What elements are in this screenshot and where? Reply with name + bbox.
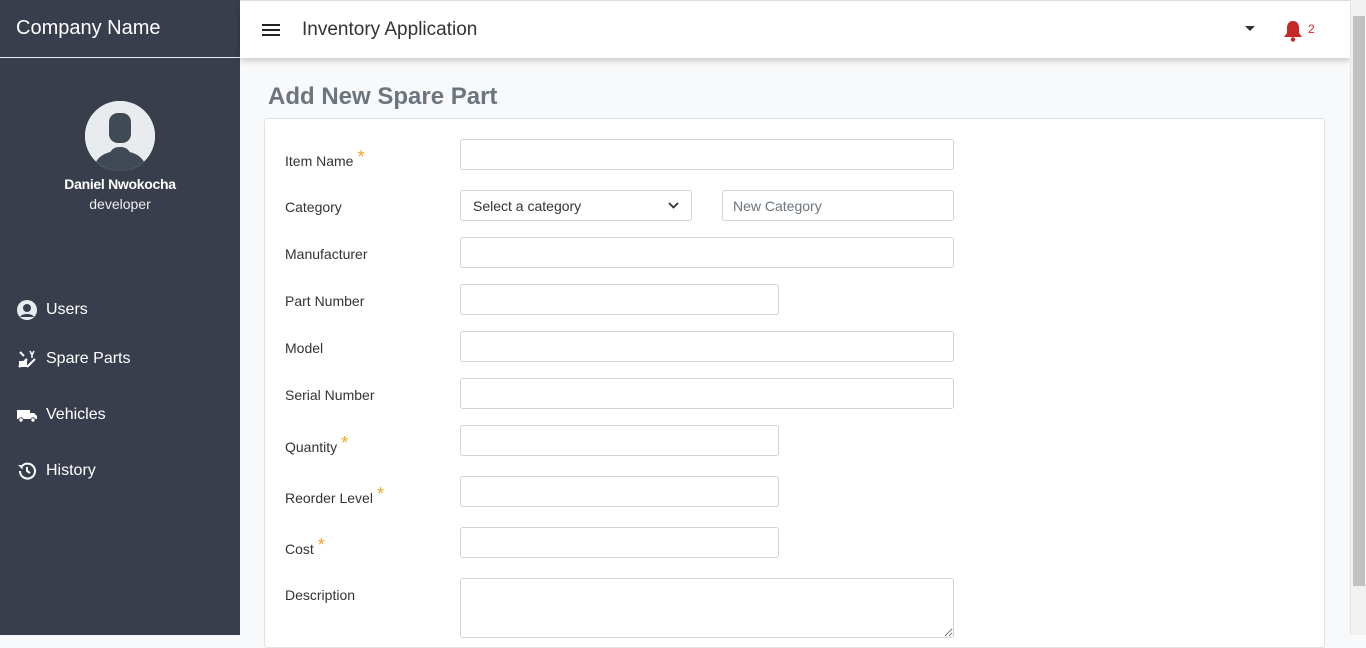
cost-input[interactable] bbox=[460, 527, 779, 558]
category-select[interactable]: Select a category bbox=[460, 190, 692, 221]
description-label: Description bbox=[285, 587, 356, 603]
sidebar-item-label: History bbox=[46, 462, 96, 479]
notification-count-badge[interactable]: 2 bbox=[1308, 22, 1315, 36]
truck-icon bbox=[16, 404, 38, 426]
cost-label: Cost * bbox=[285, 535, 325, 559]
user-circle-icon bbox=[16, 299, 38, 321]
required-asterisk: * bbox=[376, 484, 384, 504]
chevron-down-icon bbox=[668, 200, 679, 212]
category-label: Category bbox=[285, 199, 342, 215]
reorder-level-label: Reorder Level * bbox=[285, 484, 384, 508]
scrollbar-thumb[interactable] bbox=[1353, 16, 1365, 586]
required-asterisk: * bbox=[317, 535, 325, 555]
user-role: developer bbox=[89, 196, 151, 212]
item-name-label-text: Item Name bbox=[285, 153, 354, 169]
user-profile: Daniel Nwokocha developer bbox=[0, 101, 240, 212]
serial-number-label: Serial Number bbox=[285, 387, 375, 403]
sidebar-item-label: Vehicles bbox=[46, 406, 106, 423]
description-textarea[interactable] bbox=[460, 578, 954, 638]
serial-number-input[interactable] bbox=[460, 378, 954, 409]
new-category-input[interactable] bbox=[722, 190, 954, 221]
model-input[interactable] bbox=[460, 331, 954, 362]
sidebar-nav: Users Spare Parts Vehicles History bbox=[0, 289, 240, 499]
manufacturer-input[interactable] bbox=[460, 237, 954, 268]
reorder-level-input[interactable] bbox=[460, 476, 779, 507]
app-title: Inventory Application bbox=[302, 18, 478, 40]
sidebar-item-label: Users bbox=[46, 301, 88, 318]
sidebar-item-users[interactable]: Users bbox=[0, 289, 240, 331]
manufacturer-label: Manufacturer bbox=[285, 246, 368, 262]
sidebar-item-spare-parts[interactable]: Spare Parts bbox=[0, 331, 240, 387]
notification-bell-icon[interactable] bbox=[1283, 20, 1303, 47]
quantity-label: Quantity * bbox=[285, 433, 349, 457]
item-name-input[interactable] bbox=[460, 139, 954, 170]
user-name: Daniel Nwokocha bbox=[64, 176, 176, 192]
top-navbar: Inventory Application 2 bbox=[240, 0, 1350, 58]
menu-toggle-icon[interactable] bbox=[262, 21, 280, 39]
history-icon bbox=[16, 460, 38, 482]
item-name-label: Item Name * bbox=[285, 147, 365, 171]
tools-icon bbox=[16, 348, 38, 370]
page-title: Add New Spare Part bbox=[268, 83, 498, 110]
sidebar-item-history[interactable]: History bbox=[0, 443, 240, 499]
part-number-input[interactable] bbox=[460, 284, 779, 315]
required-asterisk: * bbox=[357, 147, 365, 167]
sidebar: Company Name Daniel Nwokocha developer U… bbox=[0, 0, 240, 635]
cost-label-text: Cost bbox=[285, 541, 314, 557]
brand-name[interactable]: Company Name bbox=[0, 0, 240, 58]
quantity-label-text: Quantity bbox=[285, 439, 338, 455]
user-dropdown-caret-icon[interactable] bbox=[1245, 26, 1255, 31]
page-scrollbar[interactable] bbox=[1350, 0, 1366, 635]
part-number-label: Part Number bbox=[285, 293, 365, 309]
avatar bbox=[85, 101, 155, 171]
sidebar-item-vehicles[interactable]: Vehicles bbox=[0, 387, 240, 443]
model-label: Model bbox=[285, 340, 324, 356]
required-asterisk: * bbox=[341, 433, 349, 453]
quantity-input[interactable] bbox=[460, 425, 779, 456]
reorder-level-label-text: Reorder Level bbox=[285, 490, 373, 506]
sidebar-item-label: Spare Parts bbox=[46, 350, 131, 367]
user-silhouette-icon bbox=[85, 101, 155, 171]
category-select-value: Select a category bbox=[473, 197, 582, 214]
